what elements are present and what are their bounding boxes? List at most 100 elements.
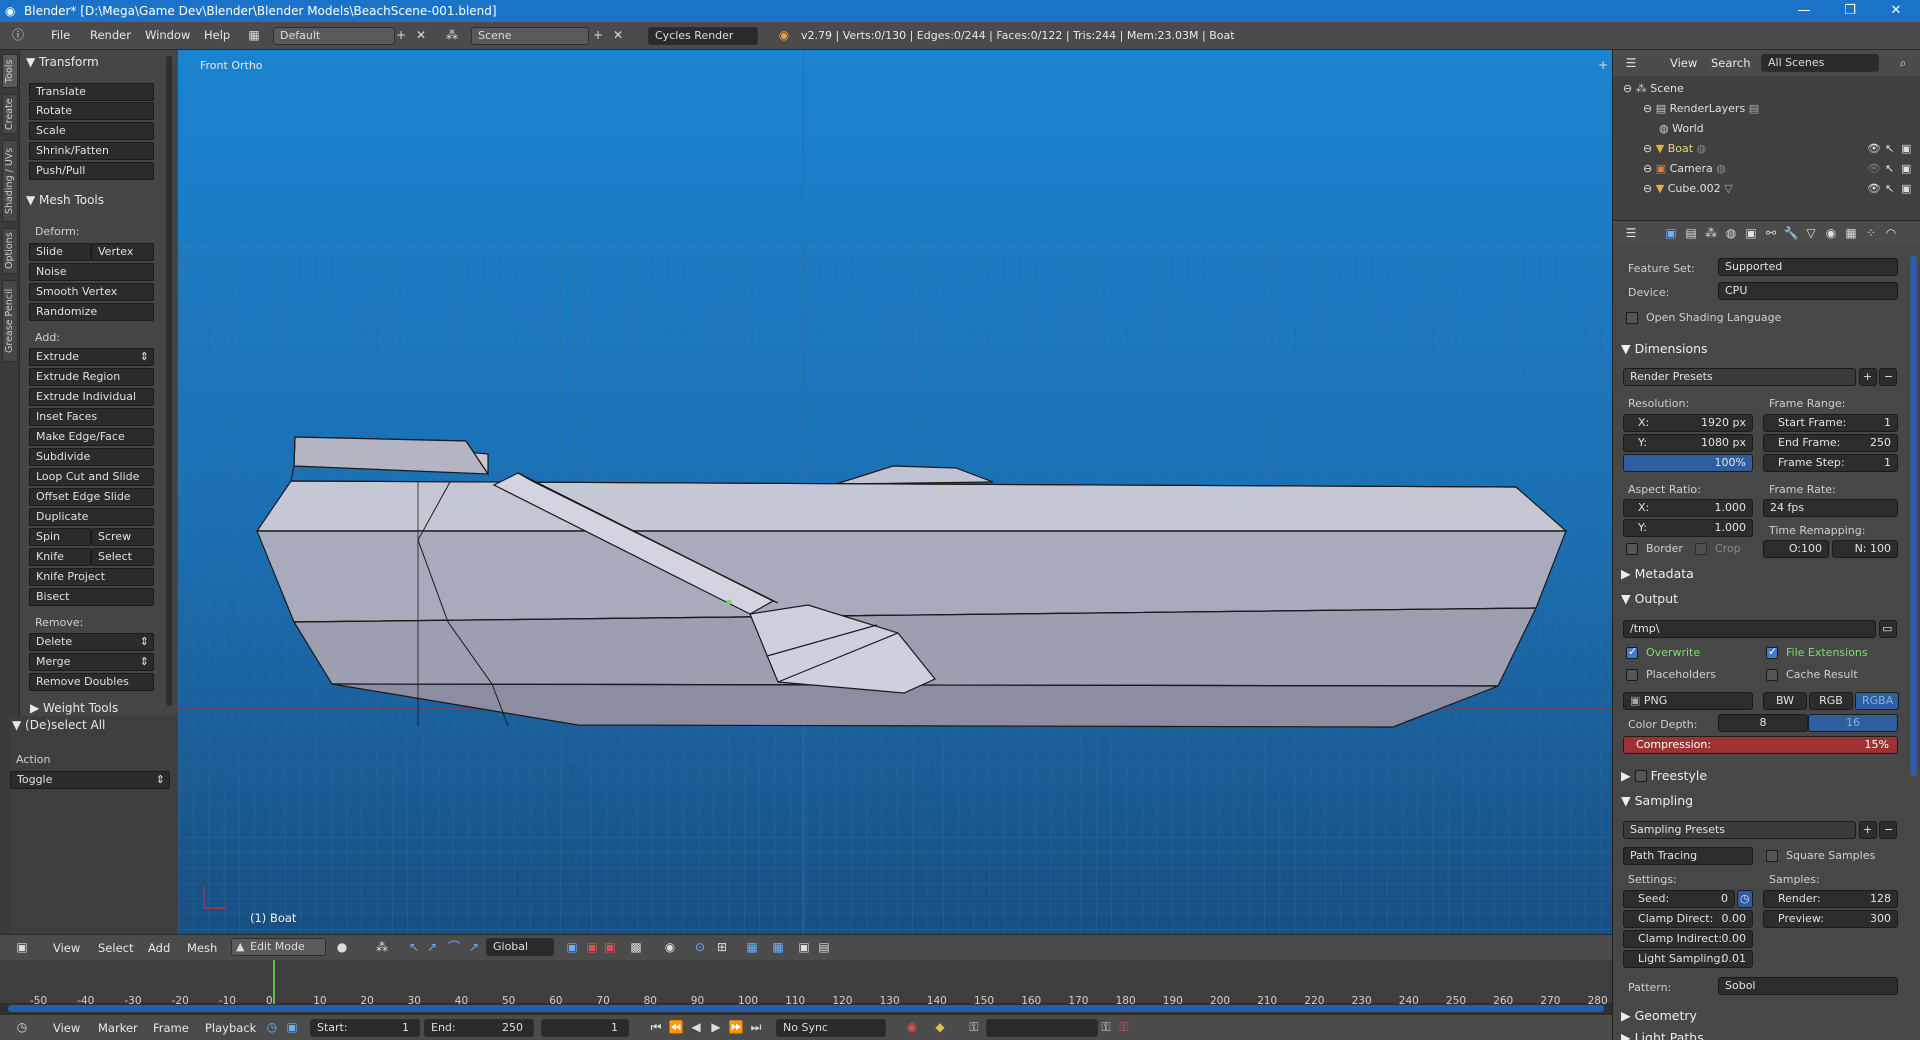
current-frame-field[interactable]: 1	[541, 1019, 629, 1037]
jump-start-icon[interactable]: ⏮	[648, 1018, 664, 1036]
feature-set-select[interactable]: Supported	[1718, 258, 1898, 276]
properties-scrollbar[interactable]	[1910, 256, 1917, 776]
cache-result-checkbox[interactable]	[1766, 669, 1778, 681]
remove-sampling-preset-button[interactable]: −	[1879, 821, 1897, 839]
render-tab-icon[interactable]: ▣	[1663, 224, 1679, 242]
rotate-manipulator-icon[interactable]: ⌒	[446, 938, 462, 956]
scale-button[interactable]: Scale	[29, 122, 154, 140]
timeline-editor-icon[interactable]: ◷	[14, 1018, 30, 1036]
camera-select-icon[interactable]: ↖	[1885, 162, 1894, 175]
vertex-select-icon[interactable]: ▣	[564, 938, 580, 956]
snap-align-icon[interactable]: ▦	[770, 938, 786, 956]
orientation-select[interactable]: Global	[486, 938, 554, 956]
boat-visibility-icon[interactable]: 👁	[1867, 142, 1881, 155]
cube-visibility-icon[interactable]: 👁	[1867, 182, 1881, 195]
sampling-panel-header[interactable]: ▼ Sampling	[1621, 793, 1693, 808]
randomize-button[interactable]: Randomize	[29, 303, 154, 321]
scene-field[interactable]: Scene	[471, 27, 589, 45]
extrude-individual-button[interactable]: Extrude Individual	[29, 388, 154, 406]
transform-panel-header[interactable]: ▼ Transform	[26, 55, 99, 69]
3d-view-editor-icon[interactable]: ▣	[14, 938, 30, 956]
knife-project-button[interactable]: Knife Project	[29, 568, 154, 586]
translate-manipulator-icon[interactable]: ↗	[424, 938, 440, 956]
freestyle-panel-header[interactable]: ▶ Freestyle	[1621, 768, 1707, 783]
tab-tools[interactable]: Tools	[2, 54, 18, 88]
menu-help[interactable]: Help	[204, 28, 230, 42]
keying-set-icon[interactable]: ◆	[932, 1018, 948, 1036]
jump-keyframe-forward-icon[interactable]: ⏩	[728, 1018, 744, 1036]
tab-shading-uvs[interactable]: Shading / UVs	[2, 140, 18, 222]
edge-select-icon[interactable]: ▣	[584, 938, 600, 956]
jump-end-icon[interactable]: ⏭	[748, 1018, 764, 1036]
overwrite-checkbox[interactable]	[1626, 645, 1638, 659]
extrude-region-button[interactable]: Extrude Region	[29, 368, 154, 386]
metadata-panel-header[interactable]: ▶ Metadata	[1621, 566, 1694, 581]
add-sampling-preset-button[interactable]: +	[1859, 821, 1877, 839]
preview-range-icon[interactable]: ◷	[264, 1018, 280, 1036]
crop-checkbox[interactable]	[1695, 543, 1707, 555]
mesh-tools-panel-header[interactable]: ▼ Mesh Tools	[26, 193, 104, 207]
geometry-panel-header[interactable]: ▶ Geometry	[1621, 1008, 1697, 1023]
cube-render-icon[interactable]: ▣	[1901, 182, 1911, 195]
device-select[interactable]: CPU	[1718, 282, 1898, 300]
add-layout-icon[interactable]: +	[393, 26, 409, 44]
sampling-presets-select[interactable]: Sampling Presets	[1623, 821, 1856, 839]
integrator-select[interactable]: Path Tracing	[1623, 847, 1753, 865]
remove-doubles-button[interactable]: Remove Doubles	[29, 673, 154, 691]
outliner-item-world[interactable]: ◍ World	[1659, 122, 1704, 135]
menu-render[interactable]: Render	[90, 28, 131, 42]
loop-cut-slide-button[interactable]: Loop Cut and Slide	[29, 468, 154, 486]
editor-type-icon[interactable]: ⓘ	[10, 26, 26, 44]
delete-select[interactable]: Delete ⇕	[29, 633, 154, 651]
resolution-y-field[interactable]: Y: 1080 px	[1623, 434, 1753, 452]
opengl-anim-icon[interactable]: ▤	[816, 938, 832, 956]
inset-faces-button[interactable]: Inset Faces	[29, 408, 154, 426]
keying-icon[interactable]: ⚿	[966, 1018, 982, 1036]
maximize-icon[interactable]: ❐	[1830, 0, 1870, 22]
smooth-vertex-button[interactable]: Smooth Vertex	[29, 283, 154, 301]
snap-element-icon[interactable]: ⊞	[714, 938, 730, 956]
properties-toggle-icon[interactable]: +	[1598, 58, 1608, 72]
preview-samples-field[interactable]: Preview: 300	[1763, 910, 1898, 928]
frame-rate-select[interactable]: 24 fps	[1763, 499, 1898, 517]
camera-visibility-icon[interactable]: 👁	[1867, 162, 1881, 175]
render-presets-select[interactable]: Render Presets	[1623, 368, 1856, 386]
scene-icon[interactable]: ⁂	[444, 26, 460, 44]
scene-tab-icon[interactable]: ⁂	[1703, 224, 1719, 242]
minimize-icon[interactable]: —	[1784, 0, 1824, 22]
outliner-display-select[interactable]: All Scenes	[1761, 54, 1879, 72]
proportional-edit-icon[interactable]: ◉	[662, 938, 678, 956]
physics-tab-icon[interactable]: ◠	[1883, 224, 1899, 242]
pivot-icon[interactable]: ⁂	[374, 938, 390, 956]
menu-timeline-view[interactable]: View	[53, 1021, 80, 1035]
merge-select[interactable]: Merge ⇕	[29, 653, 154, 671]
mode-select[interactable]: ▲ Edit Mode	[231, 938, 326, 956]
tab-grease-pencil[interactable]: Grease Pencil	[2, 280, 18, 362]
clamp-indirect-field[interactable]: Clamp Indirect: 0.00	[1623, 930, 1753, 948]
data-tab-icon[interactable]: ▽	[1803, 224, 1819, 242]
render-engine-select[interactable]: Cycles Render	[648, 27, 758, 45]
shrink-fatten-button[interactable]: Shrink/Fatten	[29, 142, 154, 160]
start-frame-field[interactable]: Start Frame: 1	[1763, 414, 1898, 432]
menu-mesh[interactable]: Mesh	[187, 941, 217, 955]
color-rgb-button[interactable]: RGB	[1809, 692, 1853, 710]
subdivide-button[interactable]: Subdivide	[29, 448, 154, 466]
menu-add[interactable]: Add	[148, 941, 170, 955]
push-pull-button[interactable]: Push/Pull	[29, 162, 154, 180]
weight-tools-panel-header[interactable]: ▶ Weight Tools	[30, 701, 118, 715]
color-depth-16-button[interactable]: 16	[1808, 714, 1898, 732]
offset-edge-slide-button[interactable]: Offset Edge Slide	[29, 488, 154, 506]
remove-scene-icon[interactable]: ✕	[610, 26, 626, 44]
color-rgba-button[interactable]: RGBA	[1855, 692, 1899, 710]
light-paths-panel-header[interactable]: ▶ Light Paths	[1621, 1030, 1704, 1040]
menu-marker[interactable]: Marker	[98, 1021, 138, 1035]
toolshelf-scrollbar[interactable]	[166, 56, 172, 706]
bisect-button[interactable]: Bisect	[29, 588, 154, 606]
jump-keyframe-back-icon[interactable]: ⏪	[668, 1018, 684, 1036]
time-remap-new-field[interactable]: N: 100	[1832, 540, 1898, 558]
border-checkbox[interactable]	[1626, 543, 1638, 555]
3d-viewport[interactable]: Front Ortho (1) Boat +	[178, 50, 1612, 934]
osl-checkbox[interactable]	[1626, 312, 1638, 324]
outliner-item-renderlayers[interactable]: ⊖ ▤ RenderLayers ▤	[1643, 102, 1759, 115]
constraints-tab-icon[interactable]: ⚯	[1763, 224, 1779, 242]
